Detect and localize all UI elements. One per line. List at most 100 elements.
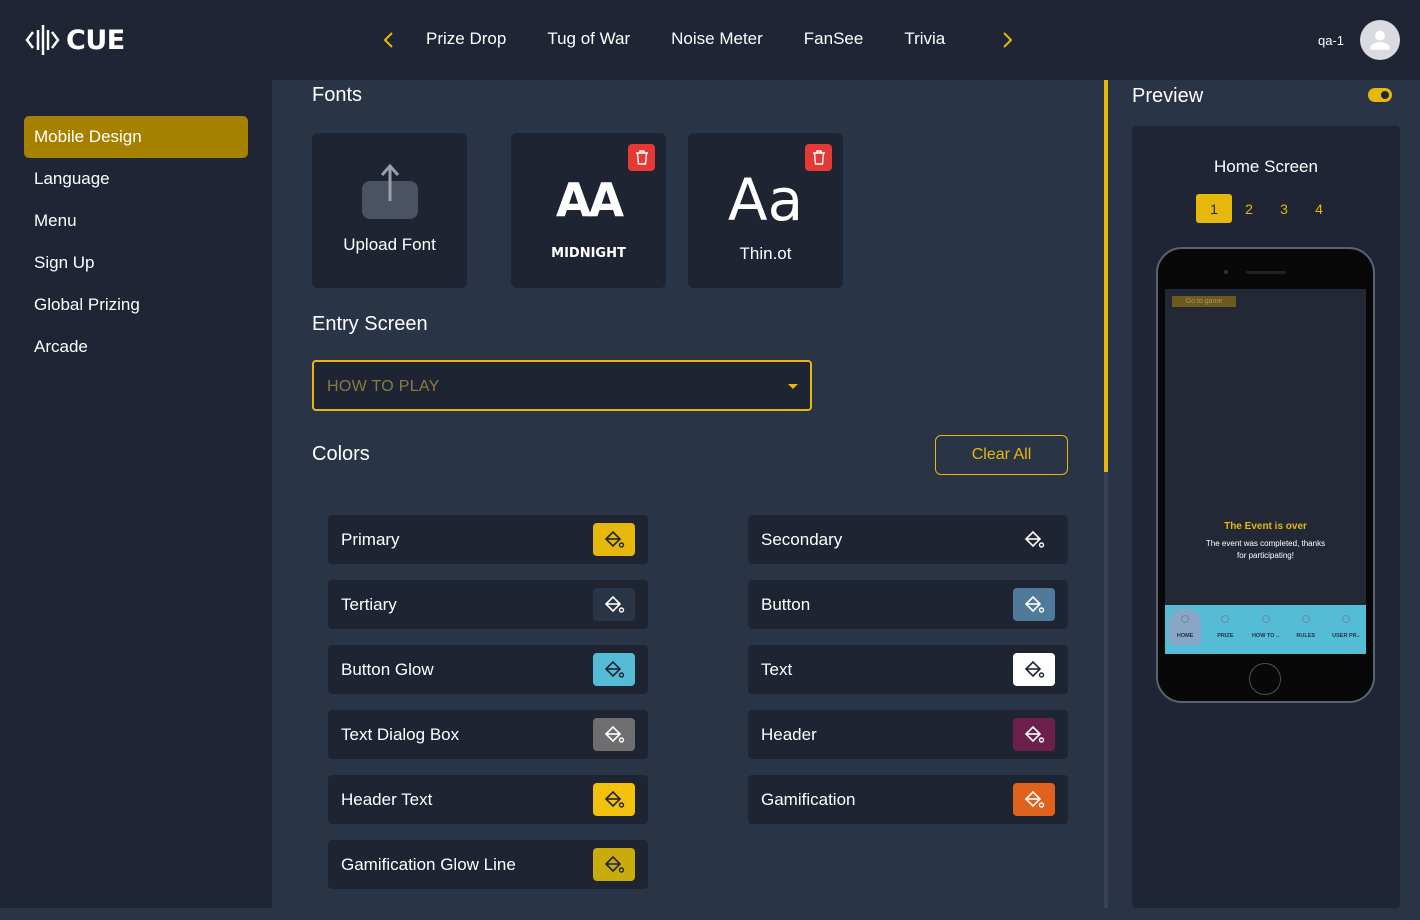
phone-speaker — [1246, 271, 1286, 274]
preview-toggle[interactable] — [1368, 88, 1392, 102]
event-text: The event was completed, thanks for part… — [1205, 539, 1326, 560]
font-name: MIDNIGHT — [551, 246, 626, 261]
color-label: Primary — [341, 530, 400, 549]
color-label: Header Text — [341, 790, 433, 809]
phone-nav-label: HOME — [1176, 633, 1194, 639]
user-name: qa-1 — [1317, 32, 1344, 48]
color-secondary[interactable]: Secondary — [748, 515, 1068, 564]
color-label: Text Dialog Box — [341, 725, 460, 744]
preview-panel: Preview Home Screen 1 2 3 4 Go to game T… — [1108, 80, 1420, 908]
upload-font-label: Upload Font — [343, 235, 436, 254]
phone-nav-rules[interactable]: RULES — [1286, 605, 1326, 654]
color-button[interactable]: Button — [748, 580, 1068, 629]
rules-icon — [1301, 615, 1310, 623]
user-menu[interactable]: qa-1 — [1318, 20, 1400, 60]
paint-bucket-icon[interactable] — [593, 718, 635, 751]
phone-nav-user[interactable]: USER PR.. — [1326, 605, 1366, 654]
paint-bucket-icon[interactable] — [1013, 653, 1055, 686]
sidebar-item-language[interactable]: Language — [24, 158, 248, 200]
phone-home-button — [1249, 663, 1281, 695]
tab-tug-of-war[interactable]: Tug of War — [547, 29, 630, 49]
clear-all-button[interactable]: Clear All — [935, 435, 1068, 475]
toggle-knob — [1381, 91, 1389, 99]
tab-trivia[interactable]: Trivia — [904, 29, 945, 49]
user-icon — [1341, 615, 1350, 623]
entry-screen-value: HOW TO PLAY — [327, 378, 440, 395]
bottom-strip — [0, 908, 1420, 920]
color-button-glow[interactable]: Button Glow — [328, 645, 648, 694]
color-gamification[interactable]: Gamification — [748, 775, 1068, 824]
color-text-dialog-box[interactable]: Text Dialog Box — [328, 710, 648, 759]
sidebar-item-arcade[interactable]: Arcade — [24, 326, 248, 368]
phone-bottom-nav: HOME PRIZE HOW TO .. RULES USER PR.. — [1165, 605, 1366, 654]
entry-screen-title: Entry Screen — [312, 313, 428, 335]
page-2[interactable]: 2 — [1231, 194, 1267, 223]
preview-title: Preview — [1132, 85, 1204, 107]
paint-bucket-icon[interactable] — [1013, 718, 1055, 751]
font-card-thin[interactable]: Aa Thin.ot — [688, 133, 843, 288]
page-1[interactable]: 1 — [1196, 194, 1232, 223]
color-label: Tertiary — [341, 595, 397, 614]
sidebar-item-menu[interactable]: Menu — [24, 200, 248, 242]
trash-icon — [635, 150, 648, 165]
color-header-text[interactable]: Header Text — [328, 775, 648, 824]
delete-font-button[interactable] — [628, 144, 655, 171]
trash-icon — [812, 150, 825, 165]
main-panel: Fonts Upload Font AA MIDNIGHT Aa Thin.ot… — [272, 80, 1104, 908]
event-title: The Event is over — [1224, 521, 1307, 532]
cue-logo[interactable]: CUE — [24, 22, 125, 58]
paint-bucket-icon[interactable] — [593, 523, 635, 556]
color-gamification-glow-line[interactable]: Gamification Glow Line — [328, 840, 648, 889]
game-tabs: Prize Drop Tug of War Noise Meter FanSee… — [426, 29, 986, 49]
color-text[interactable]: Text — [748, 645, 1068, 694]
preview-card: Home Screen 1 2 3 4 Go to game The Event… — [1132, 126, 1400, 908]
sidebar-item-sign-up[interactable]: Sign Up — [24, 242, 248, 284]
phone-nav-label: PRIZE — [1217, 633, 1234, 639]
font-sample: AA — [555, 173, 624, 227]
phone-camera — [1224, 270, 1228, 274]
font-name: Thin.ot — [739, 244, 792, 263]
paint-bucket-icon[interactable] — [1013, 783, 1055, 816]
page-4[interactable]: 4 — [1301, 194, 1337, 223]
paint-bucket-icon[interactable] — [593, 783, 635, 816]
upload-font-button[interactable]: Upload Font — [312, 133, 467, 288]
chevron-right-icon[interactable] — [995, 28, 1019, 52]
phone-nav-label: HOW TO .. — [1251, 633, 1280, 639]
color-label: Gamification Glow Line — [341, 855, 516, 874]
color-header[interactable]: Header — [748, 710, 1068, 759]
home-icon — [1181, 615, 1190, 623]
phone-nav-label: RULES — [1296, 633, 1316, 639]
tab-prize-drop[interactable]: Prize Drop — [426, 29, 506, 49]
paint-bucket-icon[interactable] — [1013, 523, 1055, 556]
sidebar-item-global-prizing[interactable]: Global Prizing — [24, 284, 248, 326]
color-primary[interactable]: Primary — [328, 515, 648, 564]
phone-mockup: Go to game The Event is over The event w… — [1156, 247, 1375, 703]
color-tertiary[interactable]: Tertiary — [328, 580, 648, 629]
phone-nav-label: USER PR.. — [1332, 633, 1360, 639]
preview-screen-title: Home Screen — [1214, 157, 1318, 176]
sidebar-item-mobile-design[interactable]: Mobile Design — [24, 116, 248, 158]
preview-pagination: 1 2 3 4 — [1196, 194, 1336, 223]
go-to-game-button[interactable]: Go to game — [1172, 296, 1236, 307]
tab-noise-meter[interactable]: Noise Meter — [671, 29, 763, 49]
phone-nav-how-to[interactable]: HOW TO .. — [1245, 605, 1285, 654]
paint-bucket-icon[interactable] — [593, 848, 635, 881]
color-label: Button Glow — [341, 660, 434, 679]
fonts-title: Fonts — [312, 84, 363, 106]
caret-down-icon — [788, 384, 798, 389]
paint-bucket-icon[interactable] — [593, 588, 635, 621]
chevron-left-icon[interactable] — [377, 28, 401, 52]
entry-screen-select[interactable]: HOW TO PLAY — [312, 360, 812, 411]
logo-text: CUE — [66, 24, 125, 56]
paint-bucket-icon[interactable] — [1013, 588, 1055, 621]
tab-fansee[interactable]: FanSee — [804, 29, 864, 49]
phone-nav-home[interactable]: HOME — [1165, 605, 1205, 654]
user-avatar-icon[interactable] — [1360, 20, 1400, 60]
phone-nav-prize[interactable]: PRIZE — [1205, 605, 1245, 654]
prize-icon — [1221, 615, 1230, 623]
top-bar: CUE Prize Drop Tug of War Noise Meter Fa… — [0, 0, 1420, 80]
page-3[interactable]: 3 — [1266, 194, 1302, 223]
font-card-midnight[interactable]: AA MIDNIGHT — [511, 133, 666, 288]
color-label: Secondary — [761, 530, 843, 549]
paint-bucket-icon[interactable] — [593, 653, 635, 686]
